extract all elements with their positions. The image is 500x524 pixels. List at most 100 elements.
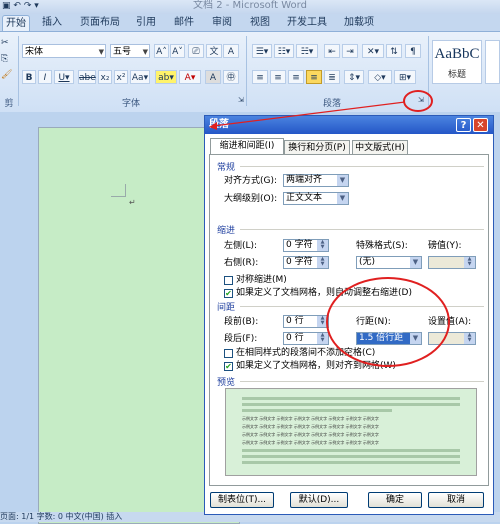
style-gallery-item[interactable]: AaBbC 标题 bbox=[432, 40, 482, 84]
set-default-button[interactable]: 默认(D)... bbox=[290, 492, 348, 508]
section-indent: 缩进 bbox=[217, 226, 236, 236]
char-border-button[interactable]: A bbox=[223, 44, 239, 58]
change-case-button[interactable]: Aa▾ bbox=[130, 70, 150, 84]
distributed-button[interactable]: ≣ bbox=[324, 70, 340, 84]
margin-corner-mark bbox=[111, 184, 126, 197]
tab-developer[interactable]: 开发工具 bbox=[282, 15, 332, 31]
help-icon[interactable]: ? bbox=[456, 118, 471, 132]
tab-review[interactable]: 审阅 bbox=[208, 15, 236, 31]
bullets-button[interactable]: ☰▾ bbox=[252, 44, 272, 58]
left-indent-label: 左侧(L): bbox=[224, 241, 258, 251]
font-name-value: 宋体 bbox=[25, 47, 44, 57]
font-name-combo[interactable]: 宋体 ▼ bbox=[22, 44, 106, 58]
cancel-button[interactable]: 取消 bbox=[428, 492, 484, 508]
format-painter-icon[interactable]: 🖌 bbox=[1, 70, 12, 80]
increase-indent-button[interactable]: ⇥ bbox=[342, 44, 358, 58]
chevron-down-icon[interactable]: ▼ bbox=[143, 45, 148, 59]
subscript-button[interactable]: x₂ bbox=[98, 70, 112, 84]
tab-add-ins[interactable]: 加载项 bbox=[340, 15, 378, 31]
divider bbox=[240, 381, 484, 382]
numbering-button[interactable]: ☷▾ bbox=[274, 44, 294, 58]
auto-adjust-checkbox[interactable]: ✔ bbox=[224, 289, 233, 298]
preview-next-paragraph bbox=[242, 455, 460, 458]
decrease-indent-button[interactable]: ⇤ bbox=[324, 44, 340, 58]
chevron-down-icon[interactable]: ▼ bbox=[337, 175, 348, 186]
phonetic-guide-button[interactable]: 文 bbox=[206, 44, 222, 58]
align-right-button[interactable]: ≡ bbox=[288, 70, 304, 84]
justify-button[interactable]: ≡ bbox=[306, 70, 322, 84]
mirror-indent-label: 对称缩进(M) bbox=[236, 275, 287, 285]
borders-button[interactable]: ⊞▾ bbox=[394, 70, 416, 84]
alignment-value: 两端对齐 bbox=[286, 175, 323, 185]
space-after-spinner[interactable]: 0 行 ▲ ▼ bbox=[283, 332, 329, 345]
grow-font-button[interactable]: A˄ bbox=[154, 44, 169, 58]
tab-references[interactable]: 引用 bbox=[132, 15, 160, 31]
show-marks-button[interactable]: ¶ bbox=[405, 44, 421, 58]
tab-insert[interactable]: 插入 bbox=[37, 15, 67, 31]
align-left-button[interactable]: ≡ bbox=[252, 70, 268, 84]
section-general: 常规 bbox=[217, 163, 236, 173]
shrink-font-button[interactable]: A˅ bbox=[170, 44, 185, 58]
tab-view[interactable]: 视图 bbox=[246, 15, 274, 31]
spinner-arrows-icon[interactable]: ▲ ▼ bbox=[464, 333, 475, 344]
preview-sample-line: 示例文字 示例文字 示例文字 示例文字 示例文字 示例文字 示例文字 示例文字 bbox=[242, 440, 379, 445]
clear-format-button[interactable]: ⎚ bbox=[188, 44, 204, 58]
spinner-arrows-icon[interactable]: ▲ ▼ bbox=[317, 240, 328, 251]
indent-by-spinner[interactable]: ▲ ▼ bbox=[428, 256, 476, 269]
close-icon[interactable]: ✕ bbox=[473, 118, 488, 132]
multilevel-list-button[interactable]: ☵▾ bbox=[296, 44, 318, 58]
space-after-label: 段后(F): bbox=[224, 334, 258, 344]
highlight-button[interactable]: ab▾ bbox=[155, 70, 177, 84]
divider bbox=[240, 166, 484, 167]
outline-level-label: 大纲级别(O): bbox=[224, 194, 278, 204]
space-before-spinner[interactable]: 0 行 ▲ ▼ bbox=[283, 315, 329, 328]
enclose-char-button[interactable]: ㊥ bbox=[223, 70, 239, 84]
window-title: 文档 2 - Microsoft Word bbox=[193, 0, 307, 11]
font-color-button[interactable]: A▾ bbox=[179, 70, 201, 84]
strikethrough-button[interactable]: abe bbox=[78, 70, 96, 84]
section-spacing: 间距 bbox=[217, 303, 236, 313]
spinner-arrows-icon[interactable]: ▲ ▼ bbox=[317, 333, 328, 344]
tab-page-layout[interactable]: 页面布局 bbox=[76, 15, 124, 31]
clipboard-cut-icon[interactable]: ✂ bbox=[1, 38, 9, 48]
paragraph-mark-icon: ↵ bbox=[129, 198, 136, 207]
tab-line-page-breaks[interactable]: 换行和分页(P) bbox=[284, 140, 350, 154]
tab-asian-typography[interactable]: 中文版式(H) bbox=[352, 140, 408, 154]
italic-button[interactable]: I bbox=[38, 70, 52, 84]
align-center-button[interactable]: ≡ bbox=[270, 70, 286, 84]
no-space-same-style-checkbox[interactable] bbox=[224, 349, 233, 358]
right-indent-label: 右侧(R): bbox=[224, 258, 259, 268]
snap-to-grid-checkbox[interactable]: ✔ bbox=[224, 362, 233, 371]
char-shading-button[interactable]: A bbox=[205, 70, 221, 84]
ok-button[interactable]: 确定 bbox=[368, 492, 422, 508]
chevron-down-icon[interactable]: ▼ bbox=[99, 45, 104, 59]
special-indent-select[interactable]: (无) ▼ bbox=[356, 256, 422, 269]
spinner-arrows-icon[interactable]: ▲ ▼ bbox=[464, 257, 475, 268]
outline-level-value: 正文文本 bbox=[286, 193, 323, 203]
chinese-layout-button[interactable]: ✕▾ bbox=[362, 44, 384, 58]
chevron-down-icon[interactable]: ▼ bbox=[410, 257, 421, 268]
underline-button[interactable]: U▾ bbox=[54, 70, 74, 84]
left-indent-spinner[interactable]: 0 字符 ▲ ▼ bbox=[283, 239, 329, 252]
left-indent-value: 0 字符 bbox=[286, 240, 313, 250]
spinner-arrows-icon[interactable]: ▲ ▼ bbox=[317, 257, 328, 268]
tab-indents-spacing[interactable]: 缩进和间距(I) bbox=[210, 138, 284, 155]
alignment-select[interactable]: 两端对齐 ▼ bbox=[283, 174, 349, 187]
sort-button[interactable]: ⇅ bbox=[386, 44, 402, 58]
tab-mailings[interactable]: 邮件 bbox=[170, 15, 198, 31]
line-spacing-button[interactable]: ⇕▾ bbox=[344, 70, 364, 84]
preview-sample-line: 示例文字 示例文字 示例文字 示例文字 示例文字 示例文字 示例文字 示例文字 bbox=[242, 424, 379, 429]
outline-level-select[interactable]: 正文文本 ▼ bbox=[283, 192, 349, 205]
tab-home[interactable]: 开始 bbox=[2, 15, 30, 32]
bold-button[interactable]: B bbox=[22, 70, 36, 84]
preview-next-paragraph bbox=[242, 461, 460, 464]
shading-button[interactable]: ◇▾ bbox=[368, 70, 392, 84]
copy-icon[interactable]: ⎘ bbox=[1, 54, 8, 64]
superscript-button[interactable]: x² bbox=[114, 70, 128, 84]
font-size-combo[interactable]: 五号 ▼ bbox=[110, 44, 150, 58]
tabs-button[interactable]: 制表位(T)... bbox=[210, 492, 274, 508]
right-indent-spinner[interactable]: 0 字符 ▲ ▼ bbox=[283, 256, 329, 269]
style-gallery-item-next[interactable] bbox=[485, 40, 500, 84]
chevron-down-icon[interactable]: ▼ bbox=[337, 193, 348, 204]
mirror-indent-checkbox[interactable] bbox=[224, 276, 233, 285]
